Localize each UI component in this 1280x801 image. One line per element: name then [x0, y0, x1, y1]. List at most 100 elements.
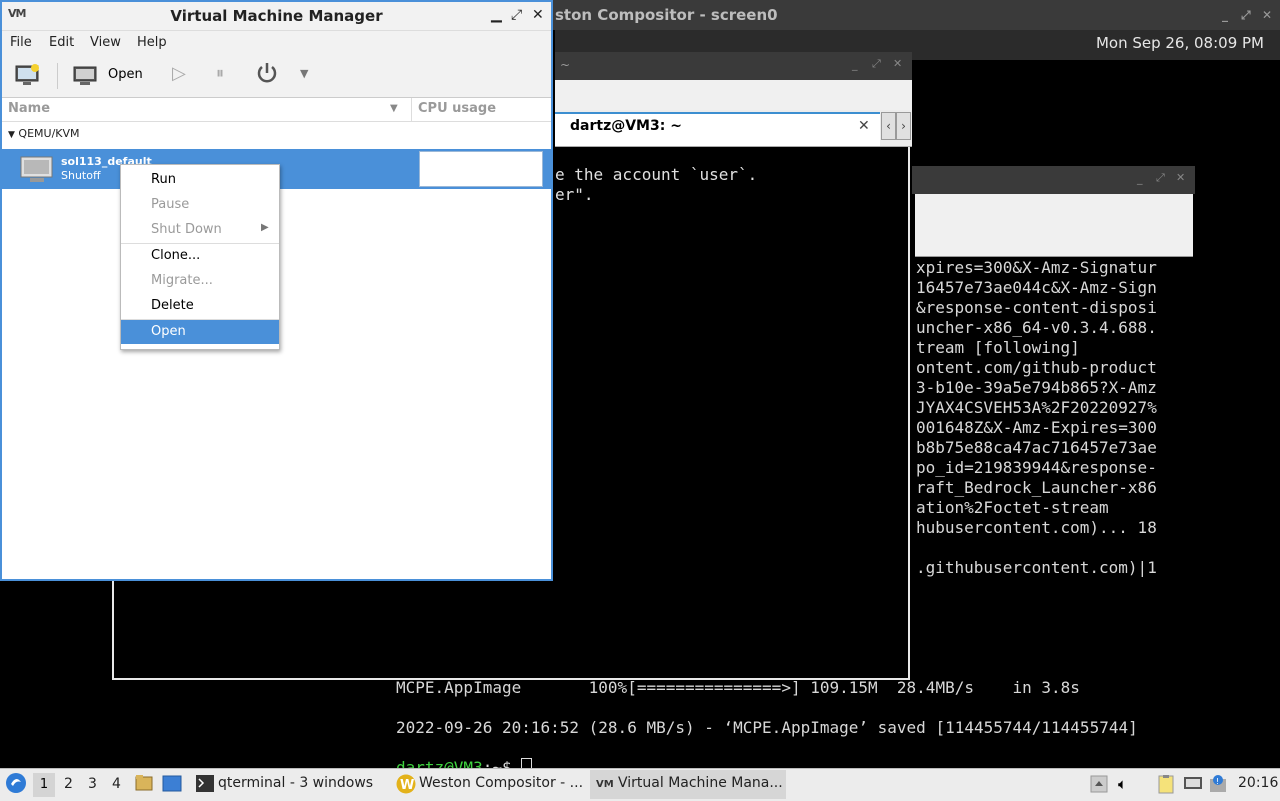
vm-state: Shutoff	[61, 169, 101, 182]
terminal-line: po_id=219839944&response-	[916, 458, 1157, 477]
new-vm-button[interactable]	[15, 63, 41, 91]
tab-close-icon[interactable]: ✕	[858, 118, 870, 134]
terminal-mid-titlebar[interactable]: ~ _ ⤢ ✕	[555, 52, 912, 80]
open-button-label[interactable]: Open	[108, 67, 143, 82]
sort-chevron-icon[interactable]: ▼	[390, 103, 398, 114]
power-icon	[257, 63, 277, 83]
toolbar-separator	[57, 63, 58, 89]
terminal-mid-title: ~	[560, 58, 571, 72]
tray-clock: 20:16	[1238, 775, 1279, 791]
column-separator[interactable]	[411, 98, 412, 121]
network-icon[interactable]	[1183, 775, 1203, 797]
vmm-titlebar[interactable]: VM Virtual Machine Manager ▁ ⤢ ✕	[2, 2, 551, 31]
menu-file[interactable]: File	[10, 35, 32, 50]
maximize-icon[interactable]: ⤢	[511, 7, 522, 23]
workspace-2[interactable]: 2	[64, 776, 73, 792]
menu-item-pause[interactable]: Pause	[121, 193, 279, 217]
terminal-line: &response-content-disposi	[916, 298, 1157, 317]
terminal-line: uncher-x86_64-v0.3.4.688.	[916, 318, 1157, 337]
terminal-line: 16457e73ae044c&X-Amz-Sign	[916, 278, 1157, 297]
terminal-back-output: xpires=300&X-Amz-Signatur 16457e73ae044c&…	[916, 258, 1157, 578]
task-qterminal[interactable]: qterminal - 3 windows	[218, 775, 373, 791]
tray-up-arrow-icon[interactable]	[1090, 775, 1108, 797]
terminal-wget-output: MCPE.AppImage 100%[===============>] 109…	[396, 678, 1138, 778]
weston-title: ston Compositor - screen0	[555, 6, 778, 24]
vmm-toolbar: Open ▷ ⏸ ▼	[2, 55, 551, 98]
terminal-line: raft_Bedrock_Launcher-x86	[916, 478, 1157, 497]
menu-item-delete[interactable]: Delete	[121, 294, 279, 318]
menu-item-shutdown[interactable]: Shut Down ▶	[121, 218, 279, 242]
update-notifier-icon[interactable]: !	[1208, 774, 1228, 798]
menu-edit[interactable]: Edit	[49, 35, 74, 50]
maximize-icon[interactable]: ⤢	[872, 57, 881, 71]
column-cpu-usage[interactable]: CPU usage	[418, 101, 496, 116]
close-icon[interactable]: ✕	[1176, 171, 1185, 184]
menu-item-clone[interactable]: Clone...	[121, 244, 279, 268]
workspace-1[interactable]: 1	[33, 773, 55, 797]
terminal-line: 001648Z&X-Amz-Expires=300	[916, 418, 1157, 437]
svg-text:W: W	[400, 778, 414, 793]
terminal-tab-label: dartz@VM3: ~	[570, 118, 682, 134]
start-menu-button[interactable]	[5, 772, 27, 798]
clipboard-icon[interactable]	[1156, 774, 1176, 798]
desktop-icon[interactable]	[162, 775, 182, 796]
file-manager-icon[interactable]	[135, 774, 153, 796]
monitor-icon	[73, 66, 97, 85]
menu-item-migrate[interactable]: Migrate...	[121, 269, 279, 293]
workspace-3[interactable]: 3	[88, 776, 97, 792]
terminal-line: 3-b10e-39a5e794b865?X-Amz	[916, 378, 1157, 397]
minimize-icon[interactable]: _	[852, 58, 858, 71]
vmm-menubar: File Edit View Help	[2, 31, 551, 55]
vmm-small-icon: VM	[596, 779, 614, 790]
run-icon[interactable]: ▷	[172, 63, 186, 84]
minimize-icon[interactable]: ▁	[491, 7, 502, 23]
terminal-line: xpires=300&X-Amz-Signatur	[916, 258, 1157, 277]
column-name[interactable]: Name	[8, 101, 50, 116]
maximize-icon[interactable]: ⤢	[1241, 8, 1251, 23]
pause-icon[interactable]: ⏸	[216, 63, 224, 83]
minimize-icon[interactable]: _	[1222, 8, 1228, 22]
terminal-line: hubusercontent.com)... 18	[916, 518, 1157, 537]
wget-progress-line: MCPE.AppImage 100%[===============>] 109…	[396, 678, 1080, 697]
terminal-line: .githubusercontent.com)|1	[916, 558, 1157, 577]
weston-icon: W	[396, 774, 416, 798]
terminal-mid-output: e the account `user`. er".	[555, 165, 757, 205]
close-icon[interactable]: ✕	[1262, 8, 1272, 22]
terminal-line: e the account `user`.	[555, 165, 758, 184]
terminal-back-tabbar	[915, 194, 1193, 257]
terminal-line: b8b75e88ca47ac716457e73ae	[916, 438, 1157, 457]
terminal-line: ation%2Foctet-stream	[916, 498, 1109, 517]
maximize-icon[interactable]: ⤢	[1156, 171, 1165, 185]
volume-icon[interactable]: 🔈︎	[1118, 775, 1127, 793]
expander-icon[interactable]: ▼	[8, 130, 15, 140]
vm-context-menu: Run Pause Shut Down ▶ Clone... Migrate...…	[120, 164, 280, 350]
vm-monitor-icon	[20, 156, 54, 188]
minimize-icon[interactable]: _	[1137, 172, 1143, 185]
svg-text:!: !	[1216, 777, 1219, 786]
terminal-line: JYAX4CSVEH53A%2F20220927%	[916, 398, 1157, 417]
task-weston[interactable]: Weston Compositor - ...	[419, 775, 583, 791]
terminal-line: tream [following]	[916, 338, 1080, 357]
clock: Mon Sep 26, 08:09 PM	[1095, 34, 1264, 52]
workspace-4[interactable]: 4	[112, 776, 121, 792]
terminal-mid-menubar	[555, 80, 912, 110]
open-vm-button[interactable]	[73, 65, 97, 91]
close-icon[interactable]: ✕	[532, 7, 544, 23]
menu-view[interactable]: View	[90, 35, 121, 50]
shutdown-dropdown-icon[interactable]: ▼	[300, 67, 308, 80]
connection-row[interactable]: ▼ QEMU/KVM	[8, 127, 80, 140]
terminal-line: ontent.com/github-product	[916, 358, 1157, 377]
terminal-line: er".	[555, 185, 594, 204]
tab-scroll-left-icon[interactable]: ‹	[881, 112, 896, 140]
tab-scroll-right-icon[interactable]: ›	[896, 112, 911, 140]
close-icon[interactable]: ✕	[893, 57, 902, 70]
wget-saved-line: 2022-09-26 20:16:52 (28.6 MB/s) - ‘MCPE.…	[396, 718, 1138, 737]
task-vmm[interactable]: Virtual Machine Mana...	[618, 775, 783, 791]
lxqt-logo-icon	[6, 773, 26, 793]
menu-item-open[interactable]: Open	[121, 320, 279, 344]
menu-help[interactable]: Help	[137, 35, 167, 50]
menu-item-run[interactable]: Run	[121, 168, 279, 192]
shutdown-button[interactable]	[255, 61, 279, 89]
terminal-back-titlebar[interactable]: _ ⤢ ✕	[912, 166, 1195, 194]
